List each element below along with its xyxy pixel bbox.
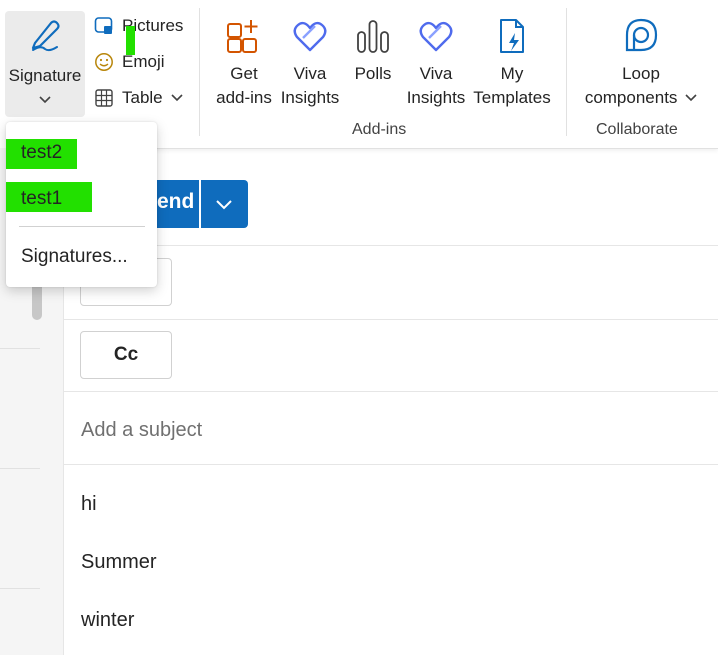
signature-menu-item-test2[interactable]: test2	[21, 140, 62, 166]
viva-insights-button-1[interactable]: Viva Insights	[276, 16, 344, 110]
polls-label: Polls	[354, 64, 392, 83]
ribbon-divider	[199, 8, 200, 136]
viva-insights-1-line1: Viva	[293, 64, 327, 83]
viva-insights-2-line1: Viva	[419, 64, 453, 83]
my-templates-button[interactable]: My Templates	[470, 16, 554, 110]
signature-dropdown-menu: test2 test1 Signatures...	[6, 122, 157, 287]
polls-icon	[357, 20, 389, 53]
viva-insights-button-2[interactable]: Viva Insights	[402, 16, 470, 110]
get-addins-line2: add-ins	[216, 88, 272, 107]
viva-insights-icon	[293, 21, 327, 52]
templates-icon	[500, 19, 524, 53]
collaborate-group-label: Collaborate	[596, 121, 678, 138]
get-addins-button[interactable]: Get add-ins	[210, 16, 278, 110]
my-templates-line2: Templates	[473, 88, 551, 107]
strip-divider	[0, 348, 40, 349]
cc-button[interactable]: Cc	[80, 331, 172, 379]
signature-button[interactable]: Signature	[5, 11, 85, 117]
menu-separator	[19, 226, 145, 227]
chevron-down-icon	[171, 94, 183, 102]
compose-divider	[64, 464, 718, 465]
loop-line1: Loop	[622, 64, 660, 83]
compose-divider	[64, 319, 718, 320]
emoji-label: Emoji	[122, 52, 165, 71]
picture-icon	[94, 17, 113, 34]
subject-input[interactable]: Add a subject	[81, 416, 681, 444]
compose-divider	[64, 245, 718, 246]
table-grid-icon	[95, 89, 113, 107]
smiley-icon	[95, 53, 113, 71]
loop-icon	[625, 18, 658, 52]
chevron-down-icon	[685, 94, 697, 102]
chevron-down-icon	[216, 200, 232, 210]
emoji-button[interactable]: Emoji	[94, 49, 165, 75]
table-label: Table	[122, 88, 163, 107]
polls-button[interactable]: Polls	[348, 16, 398, 86]
signature-label: Signature	[8, 66, 82, 85]
signature-menu-item-test1[interactable]: test1	[21, 186, 62, 212]
loop-line2-row: components	[578, 86, 704, 110]
loop-components-button[interactable]: Loop components	[578, 16, 704, 110]
send-options-button[interactable]	[200, 180, 248, 228]
my-templates-line1: My	[500, 64, 524, 83]
table-button[interactable]: Table	[94, 85, 183, 111]
loop-line2: components	[584, 88, 678, 107]
chevron-down-icon	[39, 95, 51, 105]
pictures-button[interactable]: Pictures	[94, 13, 183, 39]
viva-insights-2-line2: Insights	[406, 88, 466, 107]
body-line[interactable]: hi	[81, 490, 97, 518]
add-apps-icon	[227, 20, 258, 53]
manage-signatures-item[interactable]: Signatures...	[21, 244, 128, 270]
viva-insights-icon	[419, 21, 453, 52]
body-line[interactable]: winter	[81, 606, 134, 634]
addins-group-label: Add-ins	[352, 121, 407, 138]
body-line[interactable]: Summer	[81, 548, 157, 576]
strip-divider	[0, 588, 40, 589]
viva-insights-1-line2: Insights	[280, 88, 340, 107]
ribbon-divider	[566, 8, 567, 136]
compose-divider	[64, 391, 718, 392]
signature-pen-icon	[27, 17, 63, 53]
strip-divider	[0, 468, 40, 469]
get-addins-line1: Get	[230, 64, 258, 83]
